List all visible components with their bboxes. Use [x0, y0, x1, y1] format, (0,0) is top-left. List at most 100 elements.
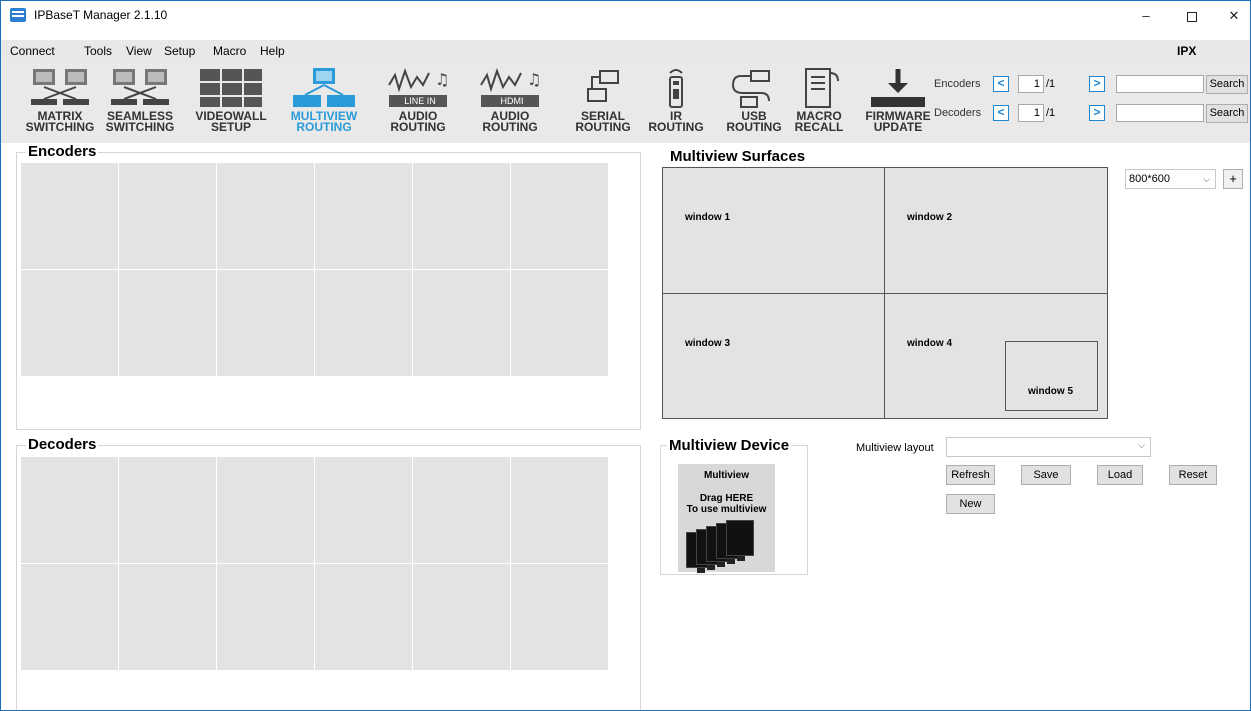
encoders-page-input[interactable]: 1 — [1018, 75, 1044, 93]
decoder-slot[interactable] — [511, 457, 608, 563]
encoder-slot[interactable] — [315, 163, 412, 269]
close-button[interactable]: ✕ — [1211, 5, 1250, 27]
multiview-window-3[interactable]: window 3 — [662, 293, 885, 419]
decoder-slot[interactable] — [511, 564, 608, 670]
encoder-slot[interactable] — [119, 270, 216, 376]
encoder-slot[interactable] — [21, 270, 118, 376]
encoder-slot[interactable] — [315, 270, 412, 376]
minimize-button[interactable]: – — [1123, 5, 1169, 27]
encoders-prev-button[interactable]: < — [993, 76, 1009, 92]
window-label: window 5 — [1028, 386, 1073, 397]
matrix-switching-icon — [31, 69, 89, 105]
encoders-search-input[interactable] — [1116, 75, 1204, 93]
decoder-slot[interactable] — [217, 457, 314, 563]
window-title: IPBaseT Manager 2.1.10 — [34, 8, 168, 22]
new-layout-button[interactable]: New — [946, 494, 995, 514]
ir-remote-icon — [669, 69, 683, 108]
menu-setup[interactable]: Setup — [164, 44, 195, 58]
tool-label: FIRMWARE UPDATE — [865, 109, 931, 134]
decoders-title: Decoders — [26, 436, 99, 453]
decoder-slot[interactable] — [315, 457, 412, 563]
menu-help[interactable]: Help — [260, 44, 285, 58]
resolution-select[interactable]: 800*600 ⌵ — [1125, 169, 1216, 189]
encoder-slot[interactable] — [413, 163, 510, 269]
chevron-down-icon: ⌵ — [1138, 440, 1145, 450]
decoder-slot[interactable] — [21, 457, 118, 563]
load-button[interactable]: Load — [1097, 465, 1143, 485]
decoders-page-total: /1 — [1046, 107, 1056, 119]
seamless-switching-icon — [111, 69, 169, 105]
tool-seamless-switching[interactable]: SEAMLESS SWITCHING — [101, 65, 179, 137]
tool-label: MULTIVIEW ROUTING — [290, 109, 358, 134]
tool-audio-routing-hdmi[interactable]: ♫ HDMI AUDIO ROUTING — [471, 65, 549, 137]
tool-label: AUDIO ROUTING — [390, 109, 446, 134]
decoder-slot[interactable] — [217, 564, 314, 670]
add-surface-button[interactable]: + — [1223, 169, 1243, 189]
encoders-next-button[interactable]: > — [1089, 76, 1105, 92]
tool-ir-routing[interactable]: IR ROUTING — [637, 65, 715, 137]
macro-icon — [805, 68, 839, 108]
window-label: window 2 — [907, 212, 952, 223]
menu-view[interactable]: View — [126, 44, 152, 58]
multiview-window-1[interactable]: window 1 — [662, 167, 885, 294]
window-label: window 3 — [685, 338, 730, 349]
drop-zone-hint-line-1: Drag HERE — [699, 493, 754, 504]
multiview-window-2[interactable]: window 2 — [884, 167, 1108, 294]
tool-videowall-setup[interactable]: VIDEOWALL SETUP — [192, 65, 270, 137]
decoders-search-button[interactable]: Search — [1206, 104, 1248, 123]
encoder-slot[interactable] — [511, 163, 608, 269]
serial-icon — [587, 70, 619, 102]
encoder-slot[interactable] — [413, 270, 510, 376]
window-label: window 1 — [685, 212, 730, 223]
decoders-next-button[interactable]: > — [1089, 105, 1105, 121]
videowall-icon — [200, 69, 262, 107]
maximize-button[interactable] — [1169, 5, 1215, 27]
decoders-page-input[interactable]: 1 — [1018, 104, 1044, 122]
resolution-value: 800*600 — [1129, 173, 1170, 185]
tool-serial-routing[interactable]: SERIAL ROUTING — [564, 65, 642, 137]
menu-macro[interactable]: Macro — [213, 44, 246, 58]
decoder-slot[interactable] — [119, 457, 216, 563]
decoder-slot[interactable] — [21, 564, 118, 670]
firmware-download-icon — [871, 69, 925, 107]
save-button[interactable]: Save — [1021, 465, 1071, 485]
reset-button[interactable]: Reset — [1169, 465, 1217, 485]
decoder-slot[interactable] — [413, 457, 510, 563]
tool-audio-routing-line-in[interactable]: ♫ LINE IN AUDIO ROUTING — [379, 65, 457, 137]
encoder-slot[interactable] — [21, 163, 118, 269]
drop-zone-hint-line-2: To use multiview — [686, 504, 767, 515]
tool-label: SEAMLESS SWITCHING — [105, 109, 175, 134]
drop-zone-hint: Drag HERE To use multiview — [678, 493, 775, 515]
decoders-pager-label: Decoders — [934, 107, 982, 119]
decoder-slot[interactable] — [315, 564, 412, 670]
encoder-slot[interactable] — [217, 163, 314, 269]
menu-tools[interactable]: Tools — [84, 44, 112, 58]
tool-macro-recall[interactable]: MACRO RECALL — [780, 65, 858, 137]
tool-label: MATRIX SWITCHING — [25, 109, 95, 134]
multiview-drop-zone[interactable]: Multiview Drag HERE To use multiview — [678, 464, 775, 573]
decoders-search-input[interactable] — [1116, 104, 1204, 122]
svg-text:♫: ♫ — [527, 70, 541, 89]
decoder-slot[interactable] — [119, 564, 216, 670]
encoder-slot[interactable] — [217, 270, 314, 376]
decoder-slot[interactable] — [413, 564, 510, 670]
monitors-stack-icon — [686, 520, 766, 573]
encoder-slot[interactable] — [119, 163, 216, 269]
multiview-layout-label: Multiview layout — [856, 442, 934, 454]
refresh-button[interactable]: Refresh — [946, 465, 995, 485]
svg-text:♫: ♫ — [435, 70, 449, 89]
menu-connect[interactable]: Connect — [10, 44, 55, 58]
tool-matrix-switching[interactable]: MATRIX SWITCHING — [21, 65, 99, 137]
encoder-slot[interactable] — [511, 270, 608, 376]
encoders-search-button[interactable]: Search — [1206, 75, 1248, 94]
encoders-pager-label: Encoders — [934, 78, 981, 90]
multiview-layout-select[interactable]: ⌵ — [946, 437, 1151, 457]
tool-multiview-routing[interactable]: MULTIVIEW ROUTING — [285, 65, 363, 137]
audio-badge-line-in: LINE IN — [404, 96, 436, 106]
tool-firmware-update[interactable]: FIRMWARE UPDATE — [859, 65, 937, 137]
multiview-window-5[interactable]: window 5 — [1005, 341, 1098, 411]
multiview-icon — [293, 68, 355, 107]
decoders-prev-button[interactable]: < — [993, 105, 1009, 121]
tool-label: SERIAL ROUTING — [575, 109, 631, 134]
multiview-surface: window 1 window 2 window 3 window 4 wind… — [662, 167, 1108, 419]
